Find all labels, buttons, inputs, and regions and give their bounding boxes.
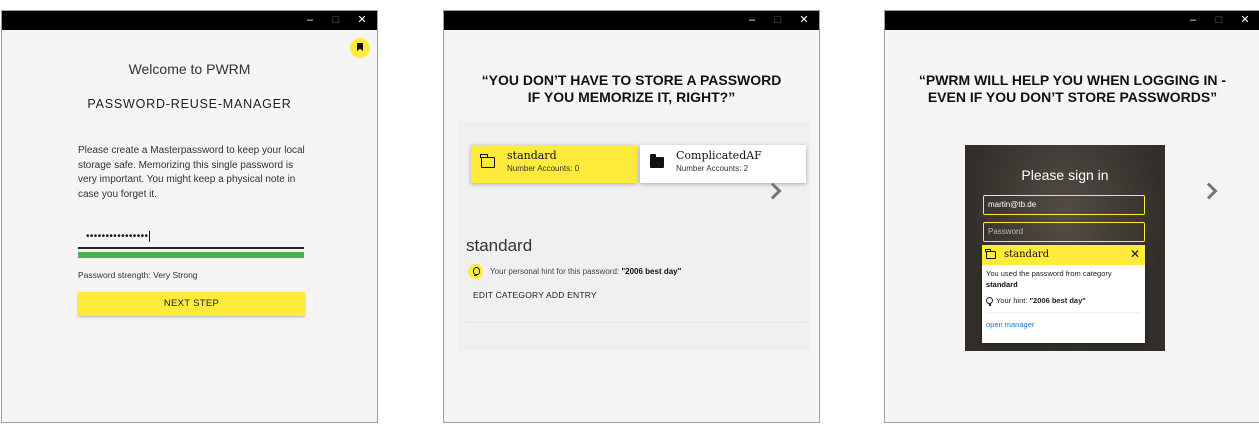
- hint-prefix: Your personal hint for this password:: [490, 267, 622, 276]
- welcome-heading: Welcome to PWRM: [128, 61, 251, 77]
- chevron-right-icon[interactable]: [1200, 182, 1218, 200]
- title-bar: – □ ✕: [885, 11, 1259, 30]
- popup-message-text: You used the password from category: [986, 269, 1112, 278]
- quote-headline: “YOU DON’T HAVE TO STORE A PASSWORD IF Y…: [444, 72, 819, 106]
- selected-category-heading: standard: [466, 236, 533, 255]
- login-helper-window: – □ ✕ “PWRM WILL HELP YOU WHEN LOGGING I…: [884, 10, 1259, 423]
- hint-value: "2006 best day": [621, 267, 682, 276]
- add-entry-button[interactable]: ADD ENTRY: [546, 290, 597, 300]
- minimize-button[interactable]: –: [297, 11, 323, 30]
- lightbulb-icon: [986, 296, 993, 306]
- close-icon[interactable]: ✕: [1130, 247, 1140, 261]
- folder-outline-icon: [985, 248, 996, 259]
- text-caret: [149, 230, 151, 242]
- password-strength-label: Password strength: Very Strong: [78, 270, 198, 280]
- category-name: ComplicatedAF: [676, 149, 762, 162]
- headline-line-1: “PWRM WILL HELP YOU WHEN LOGGING IN -: [918, 72, 1227, 88]
- strength-fill: [78, 252, 304, 258]
- folder-outline-icon: [480, 154, 495, 168]
- headline-line-2: EVEN IF YOU DON’T STORE PASSWORDS”: [927, 89, 1218, 105]
- maximize-button[interactable]: □: [1206, 11, 1232, 30]
- pwrm-popup: standard ✕ You used the password from ca…: [982, 245, 1145, 343]
- title-bar: – □ ✕: [444, 11, 819, 30]
- bookmark-icon[interactable]: [350, 38, 370, 58]
- password-strength-bar: [78, 252, 304, 258]
- email-field[interactable]: martin@tb.de: [983, 195, 1145, 215]
- sign-in-title: Please sign in: [1021, 167, 1109, 183]
- category-card-complicatedaf[interactable]: ComplicatedAF Number Accounts: 2: [640, 145, 806, 183]
- maximize-button[interactable]: □: [323, 11, 349, 30]
- masterpassword-input[interactable]: ••••••••••••••••: [78, 229, 304, 249]
- category-card-standard[interactable]: standard Number Accounts: 0: [471, 145, 637, 183]
- popup-message-category: standard: [986, 279, 1018, 289]
- headline-line-1: “YOU DON’T HAVE TO STORE A PASSWORD: [481, 72, 782, 88]
- maximize-button[interactable]: □: [765, 11, 791, 30]
- category-account-count: Number Accounts: 0: [507, 164, 580, 173]
- headline-line-2: IF YOU MEMORIZE IT, RIGHT?”: [527, 89, 736, 105]
- popup-message: You used the password from category stan…: [986, 269, 1136, 290]
- close-button[interactable]: ✕: [349, 11, 375, 30]
- folder-icon: [650, 154, 664, 168]
- categories-window: – □ ✕ “YOU DON’T HAVE TO STORE A PASSWOR…: [443, 10, 820, 423]
- next-step-button[interactable]: NEXT STEP: [78, 292, 305, 316]
- minimize-button[interactable]: –: [739, 11, 765, 30]
- edit-category-button[interactable]: EDIT CATEGORY: [473, 290, 544, 300]
- popup-header: standard ✕: [982, 245, 1145, 265]
- popup-hint: Your hint: "2006 best day": [986, 296, 1086, 306]
- lightbulb-icon: [468, 264, 483, 279]
- title-bar: – □ ✕: [2, 11, 377, 30]
- close-button[interactable]: ✕: [1232, 11, 1258, 30]
- popup-hint-value: "2006 best day": [1029, 296, 1086, 305]
- popup-category-name: standard: [1004, 249, 1050, 260]
- popup-hint-prefix: Your hint:: [996, 296, 1030, 305]
- password-value: ••••••••••••••••: [86, 231, 149, 242]
- app-title: PASSWORD-REUSE-MANAGER: [87, 97, 292, 111]
- close-button[interactable]: ✕: [791, 11, 817, 30]
- quote-headline: “PWRM WILL HELP YOU WHEN LOGGING IN - EV…: [885, 72, 1259, 106]
- sign-in-screenshot: Please sign in martin@tb.de Password sta…: [965, 145, 1165, 351]
- divider: [986, 312, 1141, 313]
- category-name: standard: [507, 149, 557, 162]
- setup-description: Please create a Masterpassword to keep y…: [78, 145, 305, 200]
- password-hint: Your personal hint for this password: "2…: [490, 267, 681, 276]
- minimize-button[interactable]: –: [1180, 11, 1206, 30]
- category-account-count: Number Accounts: 2: [676, 164, 749, 173]
- divider: [466, 322, 806, 323]
- setup-window: – □ ✕ Welcome to PWRM PASSWORD-REUSE-MAN…: [1, 10, 378, 423]
- password-field[interactable]: Password: [983, 222, 1145, 242]
- open-manager-link[interactable]: open manager: [986, 320, 1034, 329]
